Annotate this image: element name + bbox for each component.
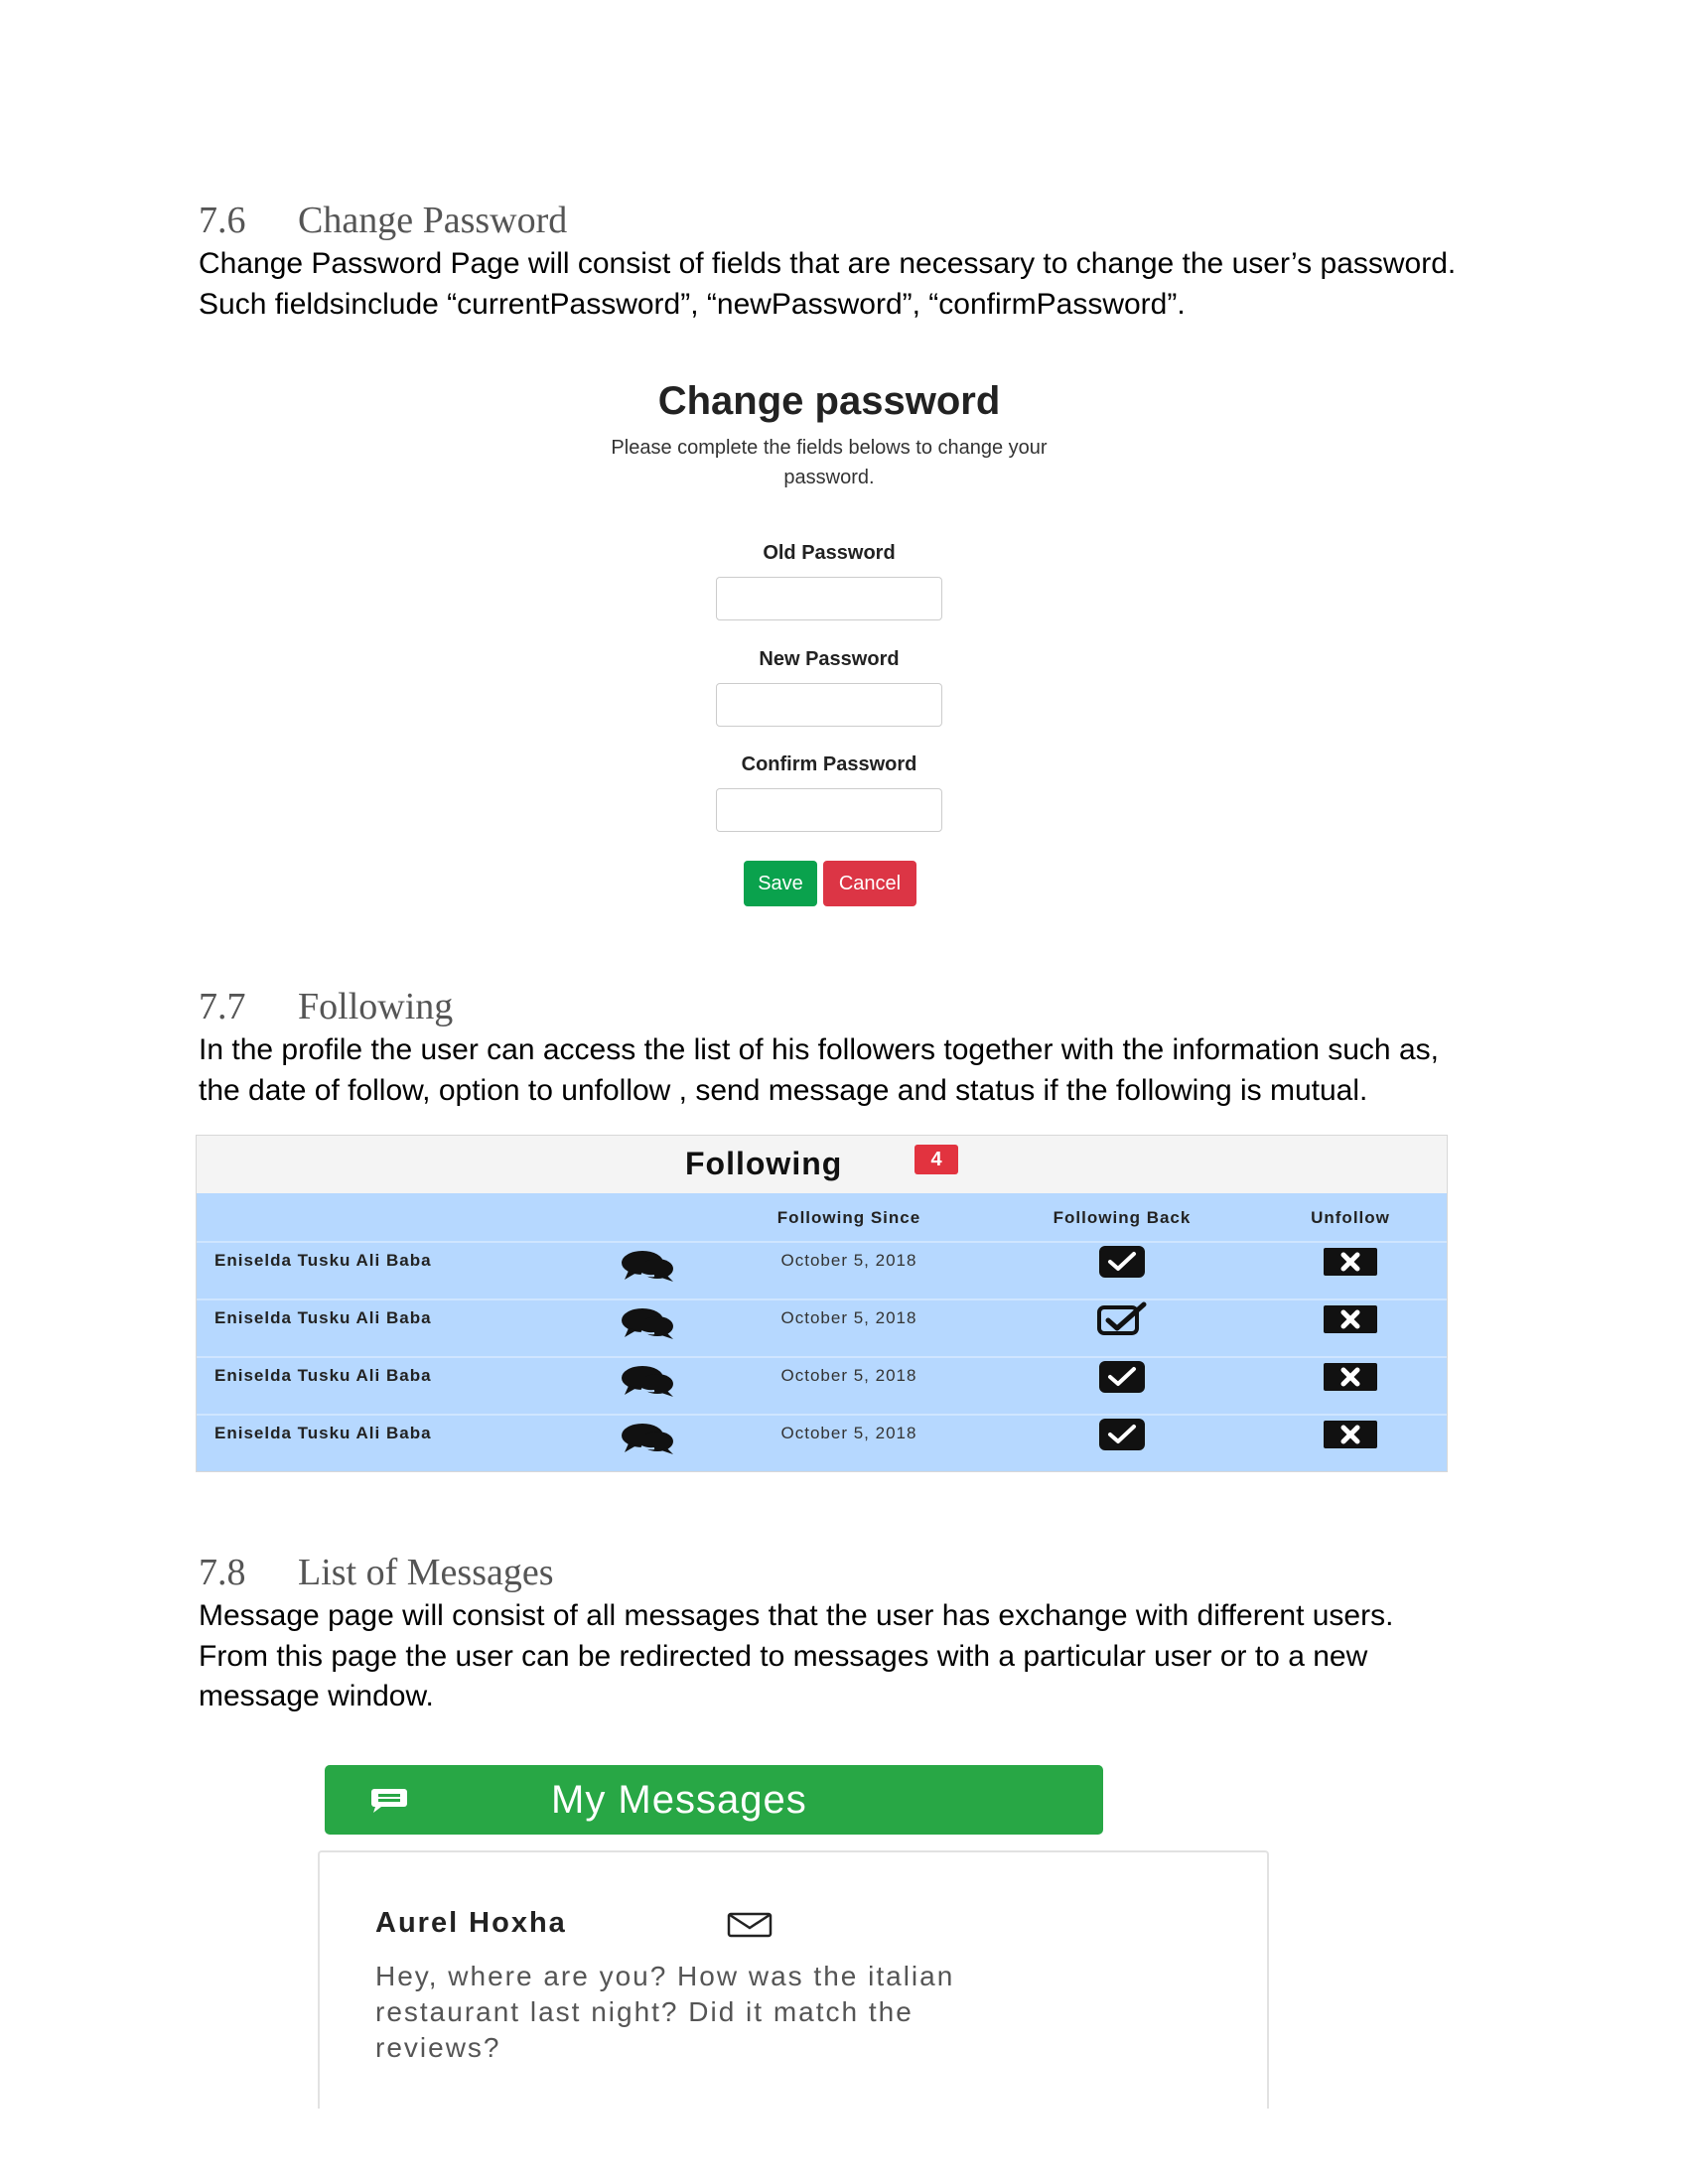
message-preview: Hey, where are you? How was the italian …	[375, 1959, 1170, 2066]
check-square-solid-icon	[1099, 1246, 1145, 1278]
row-divider	[197, 1241, 1447, 1243]
follower-name[interactable]: Eniselda Tusku Ali Baba	[214, 1422, 432, 1445]
unfollow-x-icon[interactable]	[1323, 1420, 1378, 1449]
check-square-solid-icon	[1099, 1361, 1145, 1393]
column-header-following-since: Following Since	[776, 1208, 921, 1227]
row-divider	[197, 1298, 1447, 1300]
following-since-date: October 5, 2018	[780, 1308, 917, 1327]
unfollow-x-icon[interactable]	[1323, 1247, 1378, 1277]
subtitle-line: Please complete the fields belows to cha…	[611, 437, 1048, 459]
following-since-date: October 5, 2018	[780, 1251, 917, 1270]
following-since-date: October 5, 2018	[780, 1424, 917, 1442]
body-line: Message page will consist of all message…	[199, 1599, 1394, 1632]
chat-bubbles-icon[interactable]	[621, 1249, 676, 1283]
message-icon	[371, 1789, 407, 1813]
message-line: restaurant last night? Did it match the	[375, 1996, 914, 2027]
new-password-input[interactable]	[716, 683, 942, 727]
check-square-solid-icon	[1099, 1419, 1145, 1450]
subtitle-line: password.	[783, 467, 875, 488]
confirm-password-label: Confirm Password	[741, 753, 917, 775]
body-line: the date of follow, option to unfollow ,…	[199, 1073, 1368, 1107]
body-line: message window.	[199, 1680, 434, 1712]
section-title: Change Password	[298, 200, 568, 241]
section-body: Message page will consist of all message…	[199, 1596, 1529, 1717]
section-title: List of Messages	[298, 1552, 554, 1593]
confirm-password-input[interactable]	[716, 788, 942, 832]
section-number: 7.7	[199, 986, 246, 1027]
old-password-label: Old Password	[763, 542, 896, 564]
unfollow-x-icon[interactable]	[1323, 1304, 1378, 1334]
change-password-title: Change password	[657, 379, 1001, 423]
my-messages-title: My Messages	[551, 1778, 807, 1822]
row-divider	[197, 1414, 1447, 1416]
message-line: reviews?	[375, 2032, 501, 2063]
row-divider	[197, 1356, 1447, 1358]
old-password-input[interactable]	[716, 577, 942, 620]
envelope-icon[interactable]	[727, 1912, 773, 1938]
change-password-subtitle: Please complete the fields belows to cha…	[596, 433, 1062, 492]
section-number: 7.6	[199, 200, 246, 241]
follower-name[interactable]: Eniselda Tusku Ali Baba	[214, 1249, 432, 1273]
body-line: From this page the user can be redirecte…	[199, 1639, 1368, 1673]
new-password-label: New Password	[759, 648, 900, 670]
section-body: Change Password Page will consist of fie…	[199, 244, 1529, 325]
following-count-badge: 4	[914, 1145, 958, 1174]
column-header-following-back: Following Back	[1053, 1208, 1192, 1227]
following-title: Following	[685, 1146, 843, 1181]
section-body: In the profile the user can access the l…	[199, 1030, 1529, 1111]
column-header-unfollow: Unfollow	[1311, 1208, 1390, 1227]
cancel-button[interactable]: Cancel	[823, 861, 916, 906]
body-line: Change Password Page will consist of fie…	[199, 247, 1457, 280]
message-sender-name[interactable]: Aurel Hoxha	[375, 1904, 567, 1942]
save-button[interactable]: Save	[744, 861, 817, 906]
chat-bubbles-icon[interactable]	[621, 1422, 676, 1455]
chat-bubbles-icon[interactable]	[621, 1364, 676, 1398]
body-line: Such fieldsinclude “currentPassword”, “n…	[199, 287, 1186, 321]
following-since-date: October 5, 2018	[780, 1366, 917, 1385]
section-number: 7.8	[199, 1552, 246, 1593]
chat-bubbles-icon[interactable]	[621, 1306, 676, 1340]
follower-name[interactable]: Eniselda Tusku Ali Baba	[214, 1364, 432, 1388]
follower-name[interactable]: Eniselda Tusku Ali Baba	[214, 1306, 432, 1330]
body-line: In the profile the user can access the l…	[199, 1033, 1439, 1066]
message-line: Hey, where are you? How was the italian	[375, 1961, 955, 1991]
section-title: Following	[298, 986, 454, 1027]
unfollow-x-icon[interactable]	[1323, 1362, 1378, 1392]
check-square-outline-icon	[1097, 1301, 1147, 1335]
